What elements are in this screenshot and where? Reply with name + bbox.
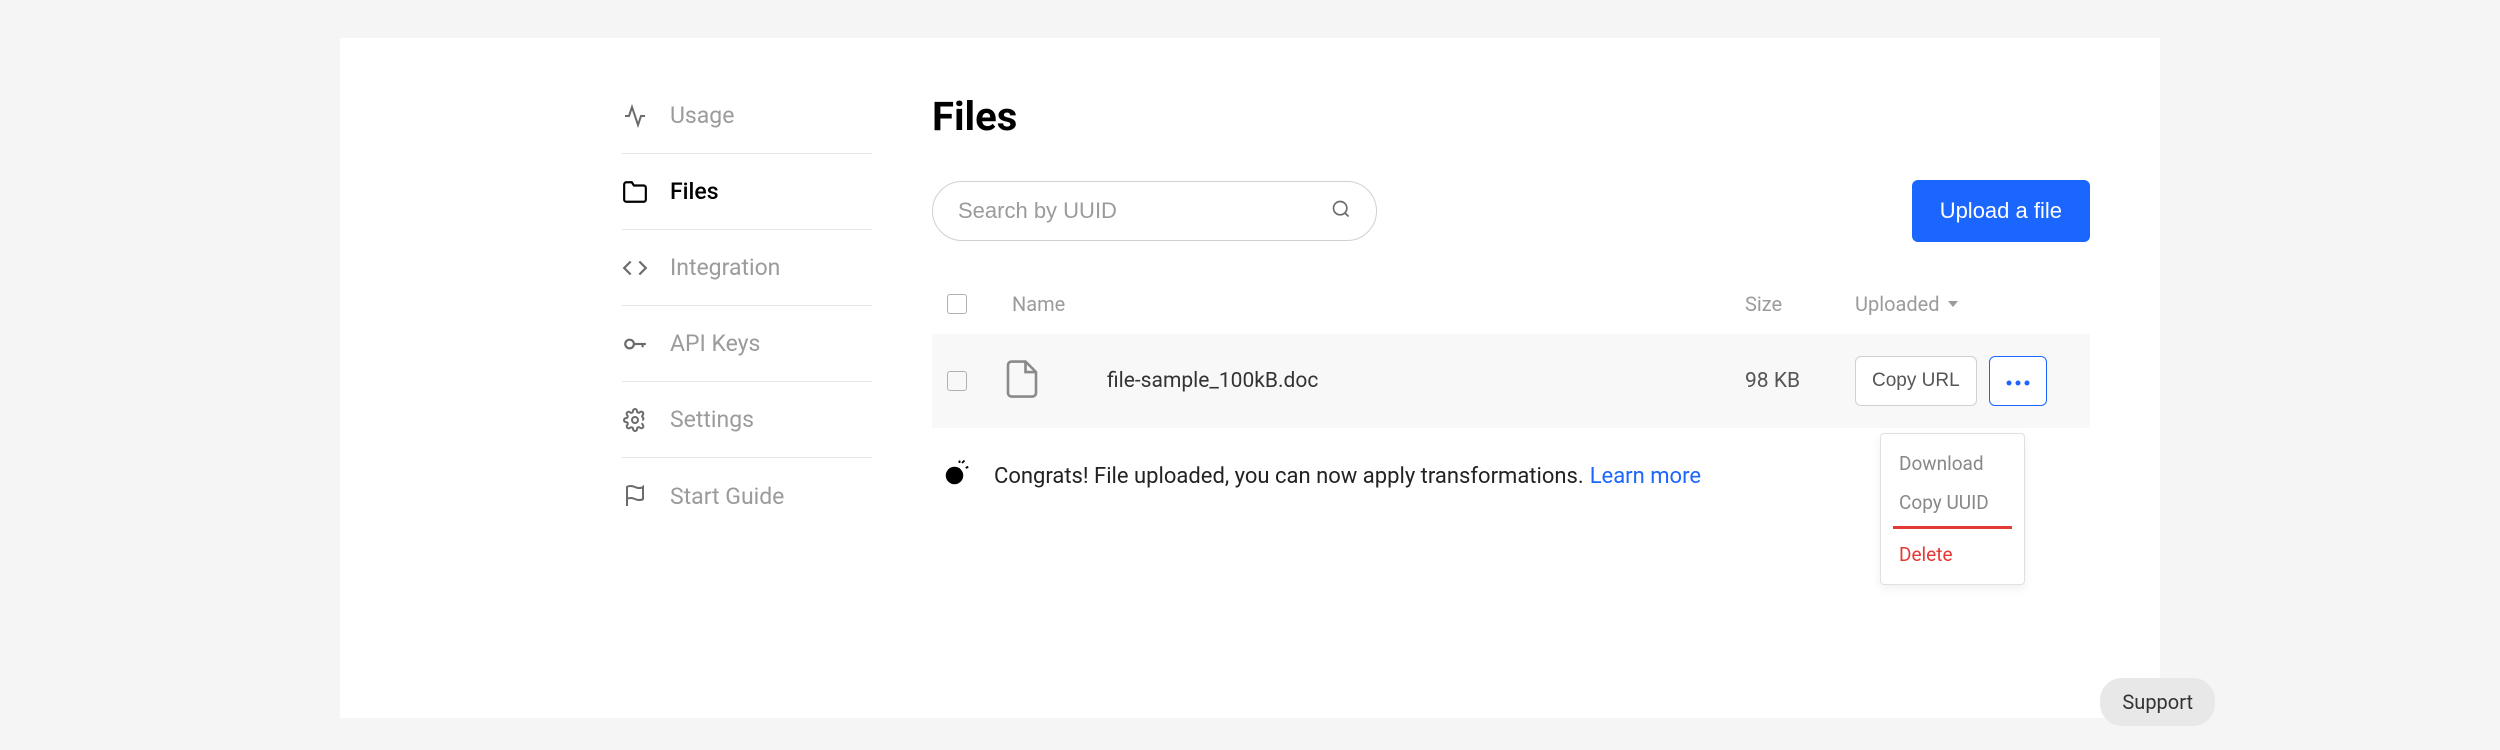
select-all-checkbox[interactable] bbox=[947, 294, 967, 314]
search-icon[interactable] bbox=[1331, 199, 1351, 223]
search-input[interactable] bbox=[958, 198, 1331, 224]
sidebar-item-start-guide[interactable]: Start Guide bbox=[622, 458, 872, 534]
support-button[interactable]: Support bbox=[2100, 678, 2215, 726]
menu-item-download[interactable]: Download bbox=[1881, 444, 2024, 483]
sidebar-item-label: Settings bbox=[670, 406, 754, 433]
column-header-uploaded-label: Uploaded bbox=[1855, 292, 1940, 316]
row-actions-menu: Download Copy UUID Delete bbox=[1880, 433, 2025, 585]
sidebar: Usage Files Integration API Keys bbox=[622, 73, 872, 618]
message-text: Congrats! File uploaded, you can now app… bbox=[994, 464, 1584, 489]
column-header-size[interactable]: Size bbox=[1745, 292, 1855, 316]
table-header: Name Size Uploaded bbox=[932, 292, 2090, 334]
sidebar-item-integration[interactable]: Integration bbox=[622, 230, 872, 306]
activity-icon bbox=[622, 103, 648, 129]
search-box[interactable] bbox=[932, 181, 1377, 241]
sidebar-item-usage[interactable]: Usage bbox=[622, 78, 872, 154]
sidebar-item-settings[interactable]: Settings bbox=[622, 382, 872, 458]
gear-icon bbox=[622, 407, 648, 433]
sidebar-item-label: Usage bbox=[670, 102, 734, 129]
learn-more-link[interactable]: Learn more bbox=[1590, 464, 1701, 489]
chevron-down-icon bbox=[1948, 301, 1958, 307]
sidebar-item-files[interactable]: Files bbox=[622, 154, 872, 230]
file-size: 98 KB bbox=[1745, 369, 1855, 393]
row-checkbox[interactable] bbox=[947, 371, 967, 391]
sidebar-item-api-keys[interactable]: API Keys bbox=[622, 306, 872, 382]
party-icon bbox=[942, 458, 972, 494]
flag-icon bbox=[622, 483, 648, 509]
folder-icon bbox=[622, 179, 648, 205]
dots-icon bbox=[2005, 374, 2031, 389]
file-name: file-sample_100kB.doc bbox=[1047, 369, 1745, 393]
column-header-uploaded[interactable]: Uploaded bbox=[1855, 292, 2075, 316]
more-actions-button[interactable] bbox=[1989, 356, 2047, 406]
table-row[interactable]: file-sample_100kB.doc 98 KB Copy URL bbox=[932, 334, 2090, 428]
file-icon bbox=[1001, 358, 1047, 404]
sidebar-item-label: Integration bbox=[670, 254, 780, 281]
column-header-name[interactable]: Name bbox=[997, 292, 1745, 316]
menu-item-delete[interactable]: Delete bbox=[1881, 535, 2024, 574]
main-content: Files Upload a file Name Size Uploaded bbox=[872, 73, 2160, 618]
menu-item-copy-uuid[interactable]: Copy UUID bbox=[1881, 483, 2024, 522]
sidebar-item-label: Start Guide bbox=[670, 483, 784, 510]
app-panel: Usage Files Integration API Keys bbox=[340, 38, 2160, 718]
code-icon bbox=[622, 255, 648, 281]
menu-divider bbox=[1893, 526, 2012, 529]
copy-url-button[interactable]: Copy URL bbox=[1855, 356, 1977, 406]
page-title: Files bbox=[932, 93, 2090, 140]
key-icon bbox=[622, 331, 648, 357]
upload-button[interactable]: Upload a file bbox=[1912, 180, 2090, 242]
sidebar-item-label: Files bbox=[670, 178, 719, 205]
sidebar-item-label: API Keys bbox=[670, 330, 760, 357]
